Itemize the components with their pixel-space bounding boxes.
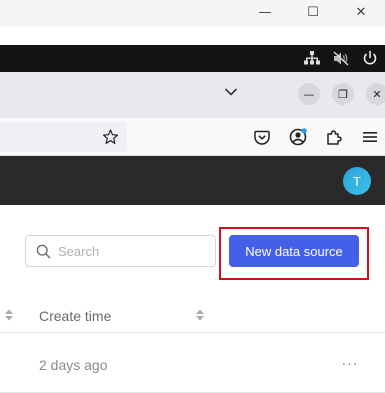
window-titlebar: — ☐ ✕ <box>0 0 385 27</box>
volume-muted-icon[interactable] <box>333 51 349 66</box>
window-close-button[interactable]: ✕ <box>337 0 385 24</box>
search-box[interactable] <box>25 235 216 267</box>
highlight-box <box>219 227 369 280</box>
extensions-icon[interactable] <box>322 118 346 156</box>
bookmark-star-icon[interactable] <box>102 129 119 145</box>
url-bar[interactable] <box>0 122 127 152</box>
window-controls: — ☐ ✕ <box>241 0 385 27</box>
column-header-create-time: Create time <box>39 308 112 324</box>
sort-icon[interactable] <box>4 308 14 322</box>
browser-restore-button[interactable]: ❐ <box>332 83 354 105</box>
browser-tab-strip: — ❐ ✕ <box>0 72 385 118</box>
browser-minimize-button[interactable]: — <box>298 83 320 105</box>
table-row: 2 days ago ··· <box>0 333 385 393</box>
browser-close-button[interactable]: ✕ <box>366 83 385 105</box>
pocket-icon[interactable] <box>250 118 274 156</box>
system-tray-bar <box>0 45 385 72</box>
search-input[interactable] <box>58 236 208 266</box>
create-time-sort-icon[interactable] <box>195 308 205 322</box>
table-header-row: Create time <box>0 297 385 333</box>
user-avatar[interactable]: T <box>343 167 371 195</box>
account-icon[interactable] <box>286 118 310 156</box>
menu-icon[interactable] <box>358 118 382 156</box>
browser-nav-bar <box>0 118 385 156</box>
search-icon <box>36 244 51 259</box>
create-time-cell: 2 days ago <box>39 357 108 373</box>
titlebar-spacer <box>0 27 385 45</box>
power-icon[interactable] <box>362 50 378 66</box>
more-actions-icon[interactable]: ··· <box>340 355 360 371</box>
network-icon[interactable] <box>304 51 320 66</box>
app-header: T <box>0 156 385 205</box>
window-minimize-button[interactable]: — <box>241 0 289 24</box>
window-maximize-button[interactable]: ☐ <box>289 0 337 24</box>
tab-list-chevron-icon[interactable] <box>224 87 238 97</box>
